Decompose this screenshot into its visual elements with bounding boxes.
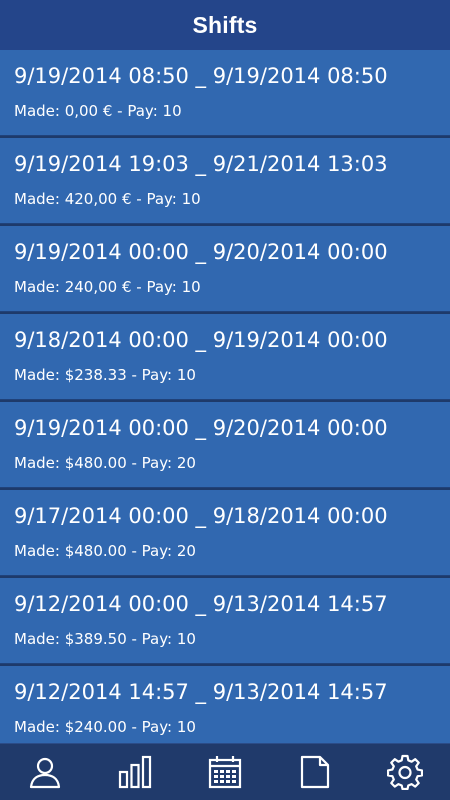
- bar-chart-icon: [118, 755, 152, 789]
- shift-earnings: Made: $238.33 - Pay: 10: [14, 366, 196, 384]
- bottom-tab-bar: [0, 743, 450, 800]
- shift-earnings: Made: $240.00 - Pay: 10: [14, 718, 196, 736]
- shift-date-range: 9/19/2014 00:00 _ 9/20/2014 00:00: [14, 416, 388, 440]
- tab-calendar[interactable]: [180, 744, 270, 800]
- document-icon: [300, 755, 330, 789]
- shift-earnings: Made: 420,00 € - Pay: 10: [14, 190, 201, 208]
- shift-row[interactable]: 9/19/2014 00:00 _ 9/20/2014 00:00 Made: …: [0, 226, 450, 311]
- calendar-icon: [208, 756, 242, 789]
- shift-row[interactable]: 9/19/2014 00:00 _ 9/20/2014 00:00 Made: …: [0, 402, 450, 487]
- shift-row[interactable]: 9/19/2014 08:50 _ 9/19/2014 08:50 Made: …: [0, 50, 450, 135]
- shift-date-range: 9/19/2014 00:00 _ 9/20/2014 00:00: [14, 240, 388, 264]
- shift-earnings: Made: $389.50 - Pay: 10: [14, 630, 196, 648]
- shift-earnings: Made: $480.00 - Pay: 20: [14, 542, 196, 560]
- shift-date-range: 9/18/2014 00:00 _ 9/19/2014 00:00: [14, 328, 388, 352]
- shift-earnings: Made: 240,00 € - Pay: 10: [14, 278, 201, 296]
- shift-earnings: Made: $480.00 - Pay: 20: [14, 454, 196, 472]
- shift-date-range: 9/19/2014 08:50 _ 9/19/2014 08:50: [14, 64, 388, 88]
- shift-date-range: 9/12/2014 14:57 _ 9/13/2014 14:57: [14, 680, 388, 704]
- shift-row[interactable]: 9/19/2014 19:03 _ 9/21/2014 13:03 Made: …: [0, 138, 450, 223]
- tab-profile[interactable]: [0, 744, 90, 800]
- tab-reports[interactable]: [270, 744, 360, 800]
- header-bar: Shifts: [0, 0, 450, 50]
- shift-date-range: 9/17/2014 00:00 _ 9/18/2014 00:00: [14, 504, 388, 528]
- shift-date-range: 9/12/2014 00:00 _ 9/13/2014 14:57: [14, 592, 388, 616]
- shift-row[interactable]: 9/17/2014 00:00 _ 9/18/2014 00:00 Made: …: [0, 490, 450, 575]
- tab-statistics[interactable]: [90, 744, 180, 800]
- shift-date-range: 9/19/2014 19:03 _ 9/21/2014 13:03: [14, 152, 388, 176]
- user-icon: [29, 757, 61, 789]
- shift-row[interactable]: 9/18/2014 00:00 _ 9/19/2014 00:00 Made: …: [0, 314, 450, 399]
- gear-icon: [387, 754, 423, 790]
- page-title: Shifts: [192, 11, 258, 38]
- shift-earnings: Made: 0,00 € - Pay: 10: [14, 102, 182, 120]
- tab-settings[interactable]: [360, 744, 450, 800]
- app-window: Shifts 9/19/2014 08:50 _ 9/19/2014 08:50…: [0, 0, 450, 800]
- shift-row[interactable]: 9/12/2014 00:00 _ 9/13/2014 14:57 Made: …: [0, 578, 450, 663]
- shift-row[interactable]: 9/12/2014 14:57 _ 9/13/2014 14:57 Made: …: [0, 666, 450, 744]
- shift-list[interactable]: 9/19/2014 08:50 _ 9/19/2014 08:50 Made: …: [0, 50, 450, 744]
